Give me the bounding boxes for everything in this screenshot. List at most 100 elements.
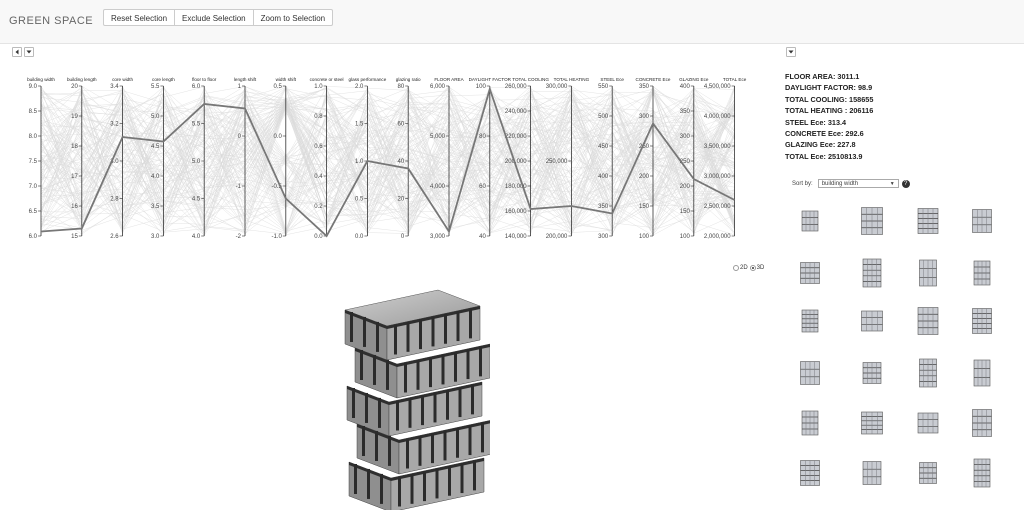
axis-label: core length	[152, 77, 175, 82]
design-thumbnail[interactable]	[970, 306, 994, 336]
axis-tick-label: 7.5	[29, 159, 38, 165]
design-thumbnail[interactable]	[860, 408, 884, 438]
radio-2d-label: 2D	[740, 265, 748, 271]
design-thumbnail[interactable]	[916, 306, 940, 336]
axis-tick-label: 0.6	[314, 144, 323, 150]
axis-label: STEEL Ece	[600, 77, 624, 82]
caret-left-icon[interactable]	[12, 47, 22, 57]
axis-tick-label: 150	[639, 204, 650, 210]
sort-control: Sort by: building width ▼ ?	[792, 179, 910, 188]
design-thumbnail[interactable]	[798, 458, 822, 488]
design-thumbnail[interactable]	[860, 358, 884, 388]
axis-tick-label: 7.0	[29, 184, 38, 190]
design-thumbnail[interactable]	[798, 258, 822, 288]
axis-tick-label: 150	[680, 209, 691, 215]
axis-tick-label: -1	[236, 184, 242, 190]
axis-tick-label: 0.0	[273, 134, 282, 140]
axis-tick-label: 4.5	[151, 144, 160, 150]
axis-tick-label: 4.0	[151, 174, 160, 180]
axis-tick-label: 0	[401, 234, 405, 240]
axis-tick-label: 3.2	[110, 122, 119, 128]
reset-selection-button[interactable]: Reset Selection	[103, 9, 176, 26]
building-3d-view[interactable]	[330, 288, 490, 510]
axis-tick-label: 3.5	[151, 204, 160, 210]
design-thumbnail[interactable]	[798, 358, 822, 388]
axis-tick-label: 3.0	[151, 234, 160, 240]
design-thumbnail[interactable]	[916, 358, 940, 388]
axis-tick-label: 2.8	[110, 197, 119, 203]
axis-tick-label: 250,000	[546, 159, 568, 165]
axis-tick-label: 0.4	[314, 174, 323, 180]
building-floors	[344, 289, 490, 510]
axis-label: GLAZING Ece	[679, 77, 709, 82]
axis-tick-label: 1.0	[314, 84, 323, 90]
chevron-down-icon: ▼	[889, 181, 895, 187]
design-thumbnail[interactable]	[970, 358, 994, 388]
axis-tick-label: -2	[236, 234, 242, 240]
axis-tick-label: 1.5	[355, 122, 364, 128]
sort-select-value: building width	[821, 181, 859, 187]
axis-tick-label: 2,500,000	[704, 204, 731, 210]
design-thumbnail[interactable]	[970, 258, 994, 288]
axis-tick-label: 400	[680, 84, 691, 90]
stat-concrete-ece: CONCRETE Ece: 292.6	[785, 129, 864, 139]
design-thumbnail[interactable]	[798, 306, 822, 336]
axis-tick-label: 3,000	[430, 234, 446, 240]
axis-tick-label: 5.0	[192, 159, 201, 165]
axis-tick-label: 350	[680, 109, 691, 115]
axis-tick-label: 3,500,000	[704, 144, 731, 150]
axis-label: core width	[112, 77, 133, 82]
top-navbar: GREEN SPACE Reset Selection Exclude Sele…	[0, 0, 1024, 44]
axis-tick-label: 8.5	[29, 109, 38, 115]
axis-tick-label: 4.0	[192, 234, 201, 240]
axis-tick-label: 6.0	[29, 234, 38, 240]
axis-tick-label: 5,000	[430, 134, 446, 140]
question-icon[interactable]: ?	[901, 179, 910, 188]
stats-menu-caret-icon[interactable]	[786, 47, 796, 57]
axis-tick-label: 1.0	[355, 159, 364, 165]
design-thumbnail[interactable]	[860, 206, 884, 236]
design-thumbnail[interactable]	[798, 408, 822, 438]
axis-tick-label: 8.0	[29, 134, 38, 140]
stat-glazing-ece: GLAZING Ece: 227.8	[785, 140, 856, 150]
radio-3d[interactable]	[749, 265, 756, 271]
app-title: GREEN SPACE	[9, 15, 94, 27]
axis-tick-label: 5.0	[151, 114, 160, 120]
axis-tick-label: 4,500,000	[704, 84, 731, 90]
design-thumbnail[interactable]	[798, 206, 822, 236]
zoom-to-selection-button[interactable]: Zoom to Selection	[252, 9, 334, 26]
axis-tick-label: 350	[598, 204, 609, 210]
axis-tick-label: 18	[71, 144, 78, 150]
exclude-selection-button[interactable]: Exclude Selection	[174, 9, 254, 26]
design-thumbnail[interactable]	[860, 458, 884, 488]
stat-total-ece: TOTAL Ece: 2510813.9	[785, 151, 863, 161]
axis-tick-label: 0.5	[273, 84, 282, 90]
design-thumbnail[interactable]	[916, 258, 940, 288]
stat-total-heating: TOTAL HEATING : 206116	[785, 106, 874, 116]
selection-button-group: Reset Selection Exclude Selection Zoom t…	[103, 9, 334, 26]
axis-label: glass performance	[349, 77, 387, 82]
axis-tick-label: 5.5	[151, 84, 160, 90]
design-thumbnail[interactable]	[916, 458, 940, 488]
caret-down-icon[interactable]	[24, 47, 34, 57]
axis-tick-label: 300,000	[546, 84, 568, 90]
parallel-coordinates-plot[interactable]: building width 9.0 8.5 8.0 7.5 7.0 6.5 6.0 build…	[0, 70, 760, 250]
design-thumbnail[interactable]	[860, 306, 884, 336]
design-thumbnail-grid	[798, 203, 1008, 503]
axis-tick-label: 200,000	[546, 234, 568, 240]
sort-select[interactable]: building width ▼	[817, 179, 899, 188]
axis-tick-label: 300	[598, 234, 609, 240]
design-thumbnail[interactable]	[970, 458, 994, 488]
design-thumbnail[interactable]	[916, 408, 940, 438]
axis-tick-label: 550	[598, 84, 609, 90]
axis-tick-label: 16	[71, 204, 78, 210]
axis-tick-label: 40	[479, 234, 486, 240]
design-thumbnail[interactable]	[916, 206, 940, 236]
design-thumbnail[interactable]	[860, 258, 884, 288]
design-thumbnail[interactable]	[970, 206, 994, 236]
design-thumbnail[interactable]	[970, 408, 994, 438]
selected-design-stats: FLOOR AREA: 3011.1 DAYLIGHT FACTOR: 98.9…	[785, 71, 873, 162]
axis-label: glazing ratio	[396, 77, 421, 82]
stat-daylight-factor: DAYLIGHT FACTOR: 98.9	[785, 83, 873, 93]
radio-2d[interactable]	[733, 265, 739, 271]
